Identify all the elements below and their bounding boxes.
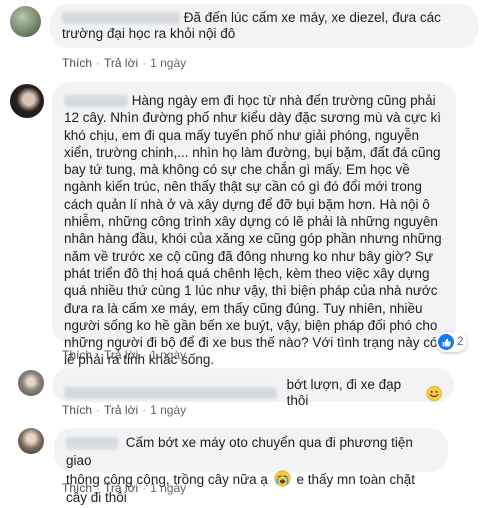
comment-actions: Thích · Trả lời · 1 ngày — [62, 403, 187, 417]
reaction-count: 2 — [457, 336, 464, 348]
timestamp[interactable]: 1 ngày — [150, 481, 186, 495]
commenter-name[interactable] — [64, 387, 277, 399]
smile-emoji-icon — [426, 385, 442, 401]
comment-actions: Thích · Trả lời · 1 ngày — [62, 56, 187, 70]
comment-actions: Thích · Trả lời · 1 ngày — [62, 481, 187, 495]
avatar[interactable] — [18, 370, 44, 396]
crying-emoji-icon — [274, 470, 291, 487]
timestamp[interactable]: 1 ngày — [150, 348, 186, 362]
comment-bubble: Hàng ngày em đi học từ nhà đến trường cũ… — [52, 82, 456, 367]
comment-text: Hàng ngày em đi học từ nhà đến trường cũ… — [64, 93, 442, 368]
comment-bubble: Đã đến lúc cấm xe máy, xe diezel, đưa cá… — [50, 4, 478, 48]
commenter-name[interactable] — [62, 12, 180, 25]
commenter-name[interactable] — [64, 95, 128, 108]
avatar[interactable] — [18, 428, 44, 454]
reply-link[interactable]: Trả lời — [104, 56, 138, 70]
like-link[interactable]: Thích — [62, 403, 92, 417]
reply-link[interactable]: Trả lời — [104, 348, 138, 362]
comment-4: Cấm bớt xe máy oto chuyển qua đi phương … — [0, 428, 500, 508]
comment-2: Hàng ngày em đi học từ nhà đến trường cũ… — [0, 80, 500, 370]
commenter-name[interactable] — [66, 437, 118, 450]
comment-3: bớt lượn, đi xe đạp thôi Thích · Trả lời · 1… — [0, 362, 500, 417]
timestamp[interactable]: 1 ngày — [150, 56, 186, 70]
comment-1: Đã đến lúc cấm xe máy, xe diezel, đưa cá… — [0, 0, 500, 75]
comment-actions: Thích · Trả lời · 1 ngày — [62, 348, 187, 362]
comment-bubble: bớt lượn, đi xe đạp thôi — [52, 368, 454, 408]
avatar[interactable] — [10, 6, 41, 37]
comment-text: Cấm bớt xe máy oto chuyển qua đi phương … — [66, 435, 413, 468]
like-reaction-icon — [438, 334, 454, 350]
like-link[interactable]: Thích — [62, 348, 92, 362]
comment-bubble: Cấm bớt xe máy oto chuyển qua đi phương … — [54, 428, 448, 505]
avatar[interactable] — [10, 84, 44, 118]
like-link[interactable]: Thích — [62, 481, 92, 495]
reaction-summary[interactable]: 2 — [436, 332, 468, 352]
like-link[interactable]: Thích — [62, 56, 92, 70]
reply-link[interactable]: Trả lời — [104, 403, 138, 417]
comment-text: bớt lượn, đi xe đạp thôi — [286, 377, 402, 408]
timestamp[interactable]: 1 ngày — [150, 403, 186, 417]
reply-link[interactable]: Trả lời — [104, 481, 138, 495]
